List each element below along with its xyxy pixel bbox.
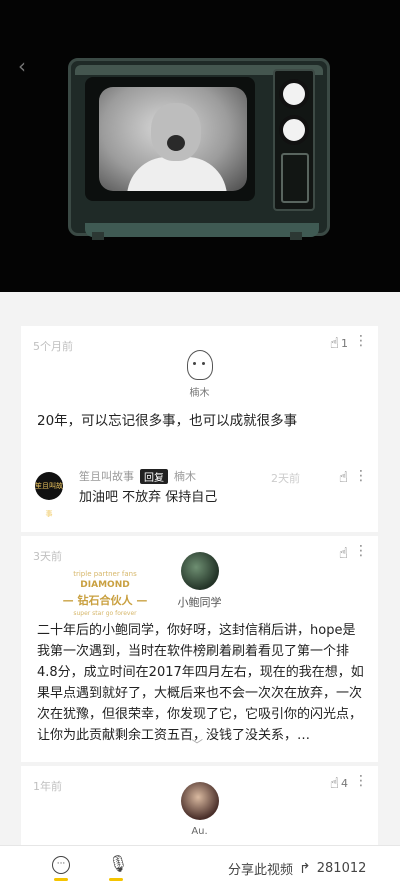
comment-feed[interactable]: 5个月前 ☝ 1 ⋮ 楠木 20年，可以忘记很多事，也可以成就很多事 笙且叫故事…: [0, 292, 400, 845]
like-button[interactable]: ☝: [339, 544, 348, 562]
comment-time: 1年前: [33, 780, 62, 793]
reply-to[interactable]: 楠木: [174, 468, 196, 484]
mouth-shape: [167, 135, 185, 151]
avatar[interactable]: 笙且叫故事: [35, 472, 63, 518]
chevron-left-icon[interactable]: ‹: [18, 56, 38, 76]
tv-control-panel: [273, 69, 315, 211]
thumb-up-icon: ☝: [329, 774, 339, 792]
badge-line: DIAMOND: [80, 580, 130, 590]
active-indicator: [54, 878, 68, 881]
tv-speaker: [281, 153, 309, 203]
tv-leg: [290, 232, 302, 240]
like-count: 4: [341, 776, 348, 790]
more-icon[interactable]: ⋮: [354, 334, 368, 348]
share-arrow-icon: ↱: [299, 860, 311, 877]
reply-author[interactable]: 笙且叫故事: [79, 468, 134, 484]
tv-base: [85, 223, 319, 237]
comment-card: 5个月前 ☝ 1 ⋮ 楠木 20年，可以忘记很多事，也可以成就很多事 笙且叫故事…: [21, 326, 378, 532]
comment-text: 20年，可以忘记很多事，也可以成就很多事: [37, 413, 298, 429]
comment-author[interactable]: 楠木: [21, 384, 378, 399]
tv-screen: [99, 87, 247, 191]
comment-card: 3天前 ☝ ⋮ triple partner fans DIAMOND — 钻石…: [21, 536, 378, 762]
avatar[interactable]: [181, 552, 219, 590]
reply-text: 加油吧 不放弃 保持自己: [79, 490, 218, 505]
like-count: 1: [341, 336, 348, 350]
video-player[interactable]: ‹: [0, 0, 400, 292]
comment-author[interactable]: Au.: [21, 826, 378, 837]
reply-meta: 笙且叫故事 回复 楠木: [79, 468, 196, 484]
chevron-down-icon[interactable]: ﹀: [191, 736, 203, 753]
active-indicator: [109, 878, 123, 881]
reply-time: 2天前: [271, 472, 300, 485]
more-icon[interactable]: ⋮: [354, 468, 368, 484]
tv-leg: [92, 232, 104, 240]
share-label: 分享此视频: [228, 863, 294, 878]
tv-screen-bezel: [85, 77, 255, 201]
share-button[interactable]: 分享此视频 ↱ 281012: [228, 859, 367, 879]
shirt-shape: [127, 157, 227, 191]
bottom-bar: ··· 🎙 分享此视频 ↱ 281012: [0, 845, 400, 889]
microphone-icon[interactable]: 🎙: [108, 854, 128, 873]
like-button[interactable]: ☝ 1: [330, 334, 348, 352]
thumb-up-icon: ☝: [329, 334, 339, 352]
tv-frame: [68, 58, 330, 237]
avatar[interactable]: [181, 782, 219, 820]
thumb-up-icon[interactable]: ☝: [339, 468, 348, 486]
badge-line: super star go forever: [73, 610, 137, 617]
tv-knob-icon: [279, 79, 309, 109]
more-icon[interactable]: ⋮: [354, 774, 368, 788]
comment-card: 1年前 ☝ 4 ⋮ Au.: [21, 766, 378, 845]
like-button[interactable]: ☝ 4: [330, 774, 348, 792]
share-count: 281012: [316, 861, 367, 876]
comment-text: 二十年后的小鲍同学，你好呀，这封信稍后讲，hope是我第一次遇到，当时在软件榜刷…: [37, 623, 364, 743]
comment-time: 5个月前: [33, 340, 73, 353]
face-shape: [151, 103, 201, 161]
badge-line: triple partner fans: [73, 570, 137, 578]
comment-author[interactable]: 小鲍同学: [21, 594, 378, 610]
comment-icon[interactable]: ···: [52, 856, 70, 874]
reply-row: 笙且叫故事 笙且叫故事 回复 楠木 2天前 ☝ ⋮ 加油吧 不放弃 保持自己: [21, 464, 378, 518]
thumb-up-icon: ☝: [338, 544, 348, 562]
tv-knob-icon: [279, 115, 309, 145]
more-icon[interactable]: ⋮: [354, 544, 368, 558]
reply-tag: 回复: [140, 468, 168, 484]
avatar[interactable]: [187, 350, 213, 380]
